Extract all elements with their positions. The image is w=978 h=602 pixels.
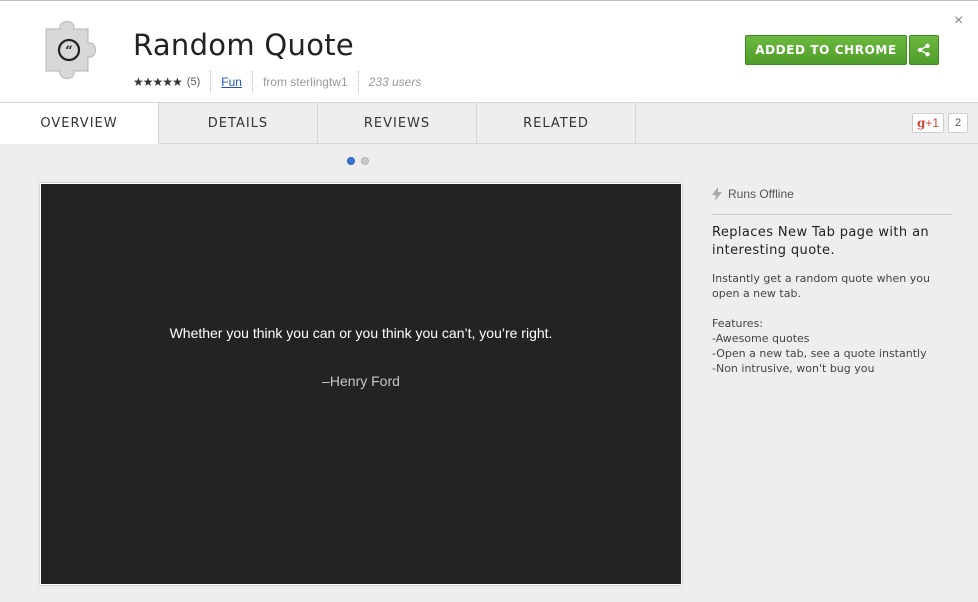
meta-divider — [210, 71, 212, 93]
carousel-dot-active[interactable] — [347, 157, 355, 165]
added-to-chrome-button[interactable]: ADDED TO CHROME — [745, 35, 907, 65]
description-text: Instantly get a random quote when you op… — [712, 272, 930, 300]
app-title: Random Quote — [133, 28, 355, 62]
tab-reviews[interactable]: REVIEWS — [318, 103, 477, 143]
close-icon[interactable]: × — [954, 12, 963, 30]
quote-text: Whether you think you can or you think y… — [169, 325, 553, 341]
lightning-icon — [712, 187, 722, 201]
google-plus-button[interactable]: g +1 — [912, 113, 944, 133]
feature-item: -Non intrusive, won't bug you — [712, 362, 875, 375]
carousel-dot[interactable] — [361, 157, 369, 165]
category-link[interactable]: Fun — [221, 75, 242, 89]
share-button[interactable] — [909, 35, 939, 65]
share-icon — [917, 43, 930, 57]
author-label: from sterlingtw1 — [262, 75, 348, 89]
meta-divider — [357, 71, 359, 93]
app-meta-row: ★★★★★ (5) Fun from sterlingtw1 233 users — [133, 71, 421, 93]
rating-stars: ★★★★★ — [133, 75, 183, 89]
google-plus-count: 2 — [948, 113, 968, 133]
puzzle-quote-icon: “ — [44, 19, 104, 81]
feature-item: -Open a new tab, see a quote instantly — [712, 347, 927, 360]
runs-offline-label: Runs Offline — [728, 187, 794, 201]
tab-details[interactable]: DETAILS — [159, 103, 318, 143]
features-heading: Features: — [712, 317, 764, 330]
runs-offline-row: Runs Offline — [712, 185, 952, 203]
user-count: 233 users — [368, 75, 422, 89]
tab-bar: OVERVIEW DETAILS REVIEWS RELATED — [0, 103, 978, 144]
rating-count: (5) — [186, 76, 201, 88]
summary-text: Replaces New Tab page with an interestin… — [712, 225, 930, 258]
tab-related[interactable]: RELATED — [477, 103, 636, 143]
quote-author: –Henry Ford — [322, 373, 400, 389]
tab-overview[interactable]: OVERVIEW — [0, 103, 159, 144]
google-plus-icon: g — [916, 116, 926, 130]
feature-item: -Awesome quotes — [712, 332, 810, 345]
carousel-dots — [347, 157, 369, 165]
meta-divider — [251, 71, 253, 93]
details-sidebar: Runs Offline Replaces New Tab page with … — [712, 185, 952, 376]
divider — [712, 214, 952, 215]
svg-text:“: “ — [65, 44, 72, 59]
item-header: “ Random Quote ★★★★★ (5) Fun from sterli… — [0, 1, 978, 103]
google-plus-label: +1 — [925, 116, 940, 130]
screenshot-preview[interactable]: Whether you think you can or you think y… — [40, 183, 682, 585]
